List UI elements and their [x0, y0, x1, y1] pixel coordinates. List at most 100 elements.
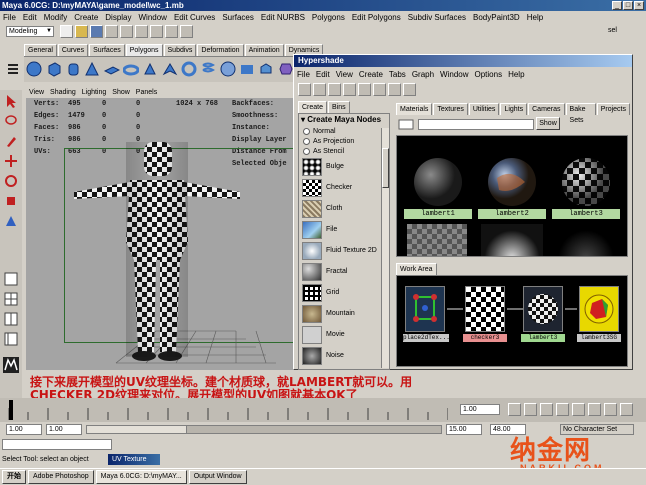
new-scene-icon[interactable]	[60, 25, 73, 38]
poly-cylinder-icon[interactable]	[65, 60, 81, 78]
clear-graph-icon[interactable]	[358, 83, 371, 96]
prev-key-icon[interactable]	[540, 403, 553, 416]
node-noise[interactable]: Noise	[299, 345, 389, 366]
lambert1-swatch[interactable]	[407, 156, 469, 208]
range-end-field[interactable]: 15.00	[446, 424, 482, 435]
lambert2-swatch[interactable]	[481, 156, 543, 208]
node-cloth[interactable]: Cloth	[299, 198, 389, 219]
layout-four-icon[interactable]	[2, 290, 20, 308]
manipulator-icon[interactable]	[2, 212, 20, 230]
snap-point-icon[interactable]	[180, 25, 193, 38]
poly-prism-icon[interactable]	[142, 60, 158, 78]
hs-menu-help[interactable]: Help	[508, 69, 524, 81]
menu-bodypaint[interactable]: BodyPaint3D	[473, 11, 520, 24]
tab-materials[interactable]: Materials	[396, 103, 433, 115]
hs-menu-options[interactable]: Options	[475, 69, 503, 81]
minimize-button[interactable]: _	[612, 1, 622, 10]
hs-menu-view[interactable]: View	[336, 69, 353, 81]
vp-menu-shading[interactable]: Shading	[50, 88, 76, 98]
checker3-node[interactable]	[465, 286, 505, 332]
task-photoshop[interactable]: Adobe Photoshop	[28, 470, 94, 484]
create-scrollbar[interactable]	[381, 128, 389, 368]
task-output-window[interactable]: Output Window	[188, 470, 247, 484]
menu-help[interactable]: Help	[527, 11, 543, 24]
select-hierarchy-icon[interactable]	[105, 25, 118, 38]
poly-cone-icon[interactable]	[84, 60, 100, 78]
tab-projects[interactable]: Projects	[596, 103, 630, 115]
hs-menu-file[interactable]: File	[297, 69, 310, 81]
maximize-button[interactable]: □	[623, 1, 633, 10]
tab-lights[interactable]: Lights	[500, 103, 528, 115]
move-tool-icon[interactable]	[2, 152, 20, 170]
play-back-icon[interactable]	[556, 403, 569, 416]
go-to-end-icon[interactable]	[620, 403, 633, 416]
time-slider[interactable]: 1.00	[0, 398, 646, 422]
select-object-icon[interactable]	[120, 25, 133, 38]
lambert3-swatch[interactable]	[555, 156, 617, 208]
radio-normal[interactable]: Normal	[299, 126, 389, 136]
open-scene-icon[interactable]	[75, 25, 88, 38]
menu-edit-polygons[interactable]: Edit Polygons	[352, 11, 401, 24]
current-time-field[interactable]: 1.00	[460, 404, 500, 415]
work-area-graph[interactable]: place2dTex... checker3 lambert3 lambert3…	[396, 275, 628, 367]
range-slider-handle[interactable]	[87, 426, 187, 433]
bevel-icon[interactable]	[278, 60, 294, 78]
combine-icon[interactable]	[239, 60, 255, 78]
shelf-tab-curves[interactable]: Curves	[57, 44, 89, 56]
menu-modify[interactable]: Modify	[44, 11, 68, 24]
node-fluid-texture-2d[interactable]: Fluid Texture 2D	[299, 240, 389, 261]
vp-menu-show[interactable]: Show	[112, 88, 130, 98]
node-checker[interactable]: Checker	[299, 177, 389, 198]
poly-torus-icon[interactable]	[122, 60, 139, 78]
phong-swatch[interactable]	[555, 224, 617, 256]
hs-menu-edit[interactable]: Edit	[316, 69, 330, 81]
radio-projection[interactable]: As Projection	[299, 136, 389, 146]
paint-select-icon[interactable]	[2, 132, 20, 150]
hs-menu-create[interactable]: Create	[359, 69, 383, 81]
poly-pipe-icon[interactable]	[181, 60, 197, 78]
menu-surfaces[interactable]: Surfaces	[222, 11, 254, 24]
material-search-input[interactable]	[418, 119, 534, 130]
hs-menu-tabs[interactable]: Tabs	[389, 69, 406, 81]
material-swatch-area[interactable]: lambert1 lambert2 lambert3	[396, 135, 628, 257]
radio-button[interactable]	[303, 147, 310, 155]
graph-upstream-icon[interactable]	[373, 83, 386, 96]
range-slider[interactable]	[86, 425, 442, 434]
graph-downstream-icon[interactable]	[388, 83, 401, 96]
menu-edit-curves[interactable]: Edit Curves	[174, 11, 215, 24]
lasso-tool-icon[interactable]	[2, 112, 20, 130]
show-bottom-tabs-icon[interactable]	[328, 83, 341, 96]
radio-button[interactable]	[303, 127, 310, 135]
range-start-field[interactable]: 1.00	[46, 424, 82, 435]
tab-work-area[interactable]: Work Area	[396, 263, 437, 275]
menu-file[interactable]: File	[3, 11, 16, 24]
extrude-face-icon[interactable]	[258, 60, 274, 78]
rotate-tool-icon[interactable]	[2, 172, 20, 190]
command-input[interactable]	[2, 439, 112, 450]
radio-stencil[interactable]: As Stencil	[299, 146, 389, 156]
graph-input-output-icon[interactable]	[403, 83, 416, 96]
poly-cube-icon[interactable]	[45, 60, 61, 78]
mode-select[interactable]: Modeling	[6, 26, 54, 37]
poly-plane-icon[interactable]	[103, 60, 120, 78]
menu-window[interactable]: Window	[139, 11, 167, 24]
go-to-start-icon[interactable]	[508, 403, 521, 416]
shelf-tab-surfaces[interactable]: Surfaces	[89, 44, 125, 56]
layout-outliner-icon[interactable]	[2, 330, 20, 348]
start-time-field[interactable]: 1.00	[6, 424, 42, 435]
create-nodes-header[interactable]: ▾ Create Maya Nodes	[299, 114, 389, 126]
place2dtexture-node[interactable]	[405, 286, 445, 332]
shelf-tab-polygons[interactable]: Polygons	[125, 44, 163, 56]
hs-menu-graph[interactable]: Graph	[412, 69, 434, 81]
snap-curve-icon[interactable]	[165, 25, 178, 38]
tab-cameras[interactable]: Cameras	[528, 103, 565, 115]
poly-helix-icon[interactable]	[200, 60, 216, 78]
select-tool-icon[interactable]	[2, 92, 20, 110]
scroll-thumb[interactable]	[382, 148, 389, 188]
radio-button[interactable]	[303, 137, 310, 145]
menu-edit[interactable]: Edit	[23, 11, 37, 24]
tab-utilities[interactable]: Utilities	[468, 103, 500, 115]
task-maya[interactable]: Maya 6.0CG: D:\myMAY...	[95, 470, 187, 484]
start-button[interactable]: 开始	[2, 470, 26, 484]
perspective-viewport[interactable]: Verts: 495 0 0 Edges: 1479 0 0 Faces: 986 0 0 Tri…	[26, 98, 302, 370]
